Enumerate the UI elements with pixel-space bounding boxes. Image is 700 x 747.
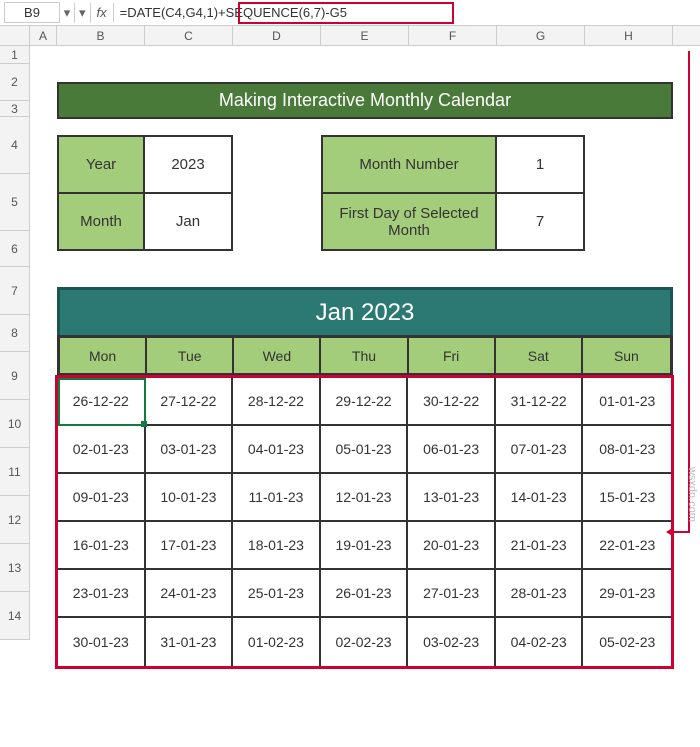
- day-head-thu: Thu: [321, 338, 408, 373]
- calendar-cell[interactable]: 10-01-23: [146, 474, 234, 522]
- calendar-cell[interactable]: 12-01-23: [321, 474, 409, 522]
- calendar-cell[interactable]: 23-01-23: [58, 570, 146, 618]
- row-header-14[interactable]: 14: [0, 592, 30, 640]
- formula-cancel-icon[interactable]: ▾: [74, 3, 91, 23]
- calendar-cell[interactable]: 05-01-23: [321, 426, 409, 474]
- calendar-cell[interactable]: 30-01-23: [58, 618, 146, 666]
- row-header-8[interactable]: 8: [0, 315, 30, 352]
- row-header-11[interactable]: 11: [0, 448, 30, 496]
- col-header-H[interactable]: H: [585, 26, 673, 45]
- calendar-cell[interactable]: 24-01-23: [146, 570, 234, 618]
- day-head-sun: Sun: [583, 338, 670, 373]
- calendar-cell[interactable]: 31-12-22: [496, 378, 584, 426]
- calendar-cell[interactable]: 31-01-23: [146, 618, 234, 666]
- row-header-4[interactable]: 4: [0, 117, 30, 174]
- col-header-D[interactable]: D: [233, 26, 321, 45]
- calendar-cell[interactable]: 06-01-23: [408, 426, 496, 474]
- calendar-title: Jan 2023: [57, 287, 673, 335]
- row-header-1[interactable]: 1: [0, 46, 30, 64]
- col-header-B[interactable]: B: [57, 26, 145, 45]
- day-head-mon: Mon: [60, 338, 147, 373]
- calendar-cell[interactable]: 26-12-22: [58, 378, 146, 426]
- column-headers: A B C D E F G H: [0, 26, 700, 46]
- day-head-sat: Sat: [496, 338, 583, 373]
- col-header-C[interactable]: C: [145, 26, 233, 45]
- day-head-wed: Wed: [234, 338, 321, 373]
- row-headers: 1 2 3 4 5 6 7 8 9 10 11 12 13 14: [0, 46, 30, 640]
- calendar-cell[interactable]: 08-01-23: [583, 426, 671, 474]
- row-header-10[interactable]: 10: [0, 400, 30, 448]
- col-header-E[interactable]: E: [321, 26, 409, 45]
- calendar-cell[interactable]: 25-01-23: [233, 570, 321, 618]
- month-label: Month: [59, 194, 145, 249]
- formula-input[interactable]: =DATE(C4,G4,1)+SEQUENCE(6,7)-G5: [114, 3, 700, 22]
- calendar-cell[interactable]: 01-01-23: [583, 378, 671, 426]
- calendar-body-spill: 26-12-22 27-12-22 28-12-22 29-12-22 30-1…: [55, 375, 674, 669]
- row-header-5[interactable]: 5: [0, 174, 30, 231]
- calendar-cell[interactable]: 09-01-23: [58, 474, 146, 522]
- day-head-tue: Tue: [147, 338, 234, 373]
- year-value[interactable]: 2023: [145, 137, 231, 192]
- row-header-7[interactable]: 7: [0, 267, 30, 315]
- calendar-cell[interactable]: 17-01-23: [146, 522, 234, 570]
- calendar-cell[interactable]: 13-01-23: [408, 474, 496, 522]
- day-header-row: Mon Tue Wed Thu Fri Sat Sun: [57, 335, 673, 375]
- col-header-F[interactable]: F: [409, 26, 497, 45]
- calendar-cell[interactable]: 16-01-23: [58, 522, 146, 570]
- calendar-cell[interactable]: 03-02-23: [408, 618, 496, 666]
- fx-icon[interactable]: fx: [91, 3, 114, 22]
- row-header-2[interactable]: 2: [0, 64, 30, 101]
- calendar-cell[interactable]: 21-01-23: [496, 522, 584, 570]
- info-table-1: Year 2023 Month Jan: [57, 135, 233, 251]
- calendar-cell[interactable]: 11-01-23: [233, 474, 321, 522]
- callout-arrow-line: [688, 51, 690, 531]
- calendar-cell[interactable]: 22-01-23: [583, 522, 671, 570]
- first-day-label: First Day of Selected Month: [323, 194, 497, 249]
- calendar-cell[interactable]: 15-01-23: [583, 474, 671, 522]
- col-header-G[interactable]: G: [497, 26, 585, 45]
- name-box-dropdown[interactable]: ▾: [60, 5, 74, 21]
- calendar-cell[interactable]: 28-12-22: [233, 378, 321, 426]
- title-banner: Making Interactive Monthly Calendar: [57, 82, 673, 119]
- calendar-cell[interactable]: 27-01-23: [408, 570, 496, 618]
- day-head-fri: Fri: [409, 338, 496, 373]
- month-number-value[interactable]: 1: [497, 137, 583, 192]
- calendar-cell[interactable]: 05-02-23: [583, 618, 671, 666]
- calendar-cell[interactable]: 18-01-23: [233, 522, 321, 570]
- calendar-cell[interactable]: 27-12-22: [146, 378, 234, 426]
- calendar-cell[interactable]: 29-01-23: [583, 570, 671, 618]
- callout-arrow-tip: [666, 527, 674, 537]
- calendar-cell[interactable]: 26-01-23: [321, 570, 409, 618]
- calendar-cell[interactable]: 01-02-23: [233, 618, 321, 666]
- calendar-cell[interactable]: 28-01-23: [496, 570, 584, 618]
- calendar-cell[interactable]: 07-01-23: [496, 426, 584, 474]
- watermark: wsxdn.com: [686, 467, 698, 522]
- col-header-A[interactable]: A: [30, 26, 57, 45]
- calendar-cell[interactable]: 20-01-23: [408, 522, 496, 570]
- row-header-9[interactable]: 9: [0, 352, 30, 400]
- calendar-cell[interactable]: 04-02-23: [496, 618, 584, 666]
- row-header-6[interactable]: 6: [0, 231, 30, 267]
- month-value[interactable]: Jan: [145, 194, 231, 249]
- calendar-cell[interactable]: 30-12-22: [408, 378, 496, 426]
- row-header-13[interactable]: 13: [0, 544, 30, 592]
- month-number-label: Month Number: [323, 137, 497, 192]
- info-table-2: Month Number 1 First Day of Selected Mon…: [321, 135, 585, 251]
- calendar-cell[interactable]: 04-01-23: [233, 426, 321, 474]
- row-header-12[interactable]: 12: [0, 496, 30, 544]
- calendar-cell[interactable]: 03-01-23: [146, 426, 234, 474]
- calendar-cell[interactable]: 02-01-23: [58, 426, 146, 474]
- select-all[interactable]: [0, 26, 30, 45]
- calendar-cell[interactable]: 14-01-23: [496, 474, 584, 522]
- formula-bar: B9 ▾ ▾ fx =DATE(C4,G4,1)+SEQUENCE(6,7)-G…: [0, 0, 700, 26]
- year-label: Year: [59, 137, 145, 192]
- calendar-cell[interactable]: 29-12-22: [321, 378, 409, 426]
- calendar-cell[interactable]: 19-01-23: [321, 522, 409, 570]
- name-box[interactable]: B9: [4, 2, 60, 23]
- callout-arrow-line: [672, 531, 690, 533]
- calendar-cell[interactable]: 02-02-23: [321, 618, 409, 666]
- row-header-3[interactable]: 3: [0, 101, 30, 117]
- first-day-value[interactable]: 7: [497, 194, 583, 249]
